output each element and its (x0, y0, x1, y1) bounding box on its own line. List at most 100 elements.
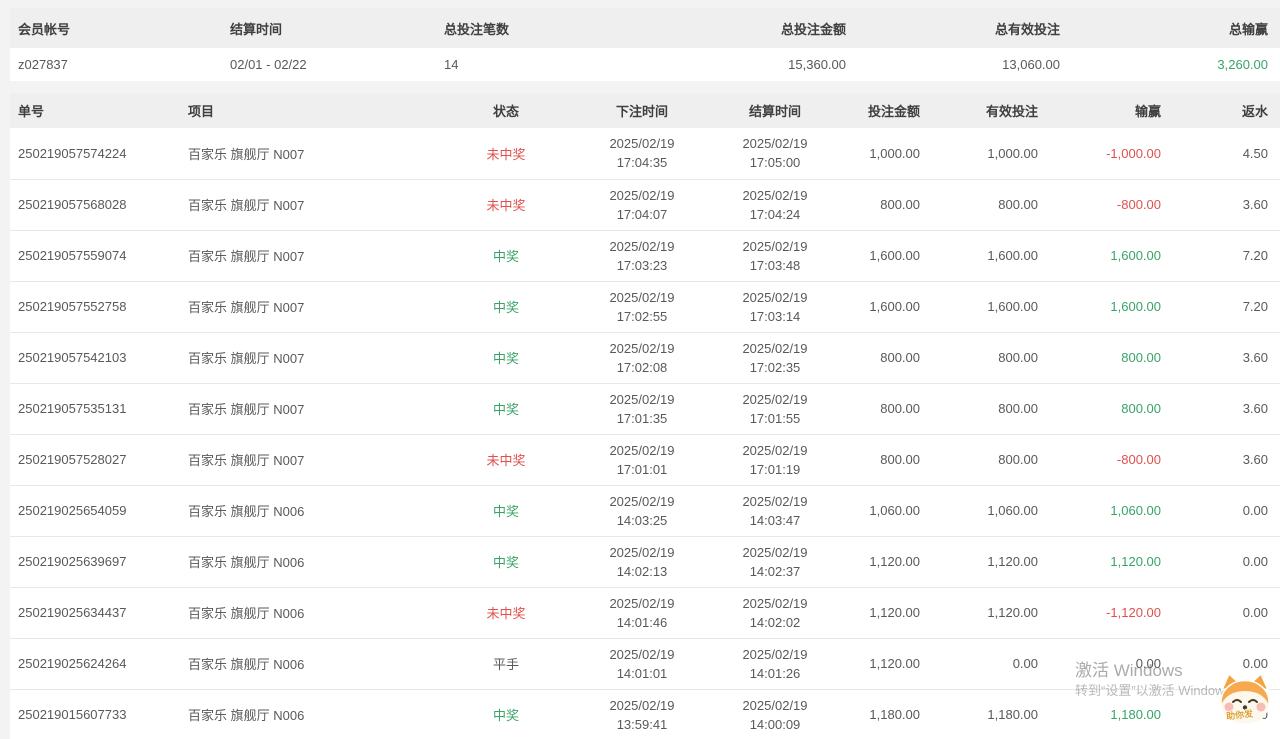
rebate-cell: 4.50 (1173, 128, 1280, 179)
valid-amount-cell: 1,120.00 (932, 587, 1050, 638)
order-no-cell: 250219057535131 (10, 383, 188, 434)
bet-date: 2025/02/19 (562, 645, 722, 664)
valid-amount-cell: 800.00 (932, 383, 1050, 434)
settle-time-cell: 2025/02/19 17:05:00 (722, 128, 828, 179)
table-row: 250219057535131 百家乐 旗舰厅 N007 中奖 2025/02/… (10, 383, 1280, 434)
settle-time: 14:01:26 (722, 664, 828, 683)
settle-time: 17:03:48 (722, 256, 828, 275)
bet-date: 2025/02/19 (562, 543, 722, 562)
settle-time-cell: 2025/02/19 14:00:09 (722, 689, 828, 739)
table-row: 250219025654059 百家乐 旗舰厅 N006 中奖 2025/02/… (10, 485, 1280, 536)
summary-table: 会员帐号 结算时间 总投注笔数 总投注金额 总有效投注 总输赢 z027837 … (10, 8, 1280, 81)
bet-time: 17:01:01 (562, 460, 722, 479)
summary-value-row: z027837 02/01 - 02/22 14 15,360.00 13,06… (10, 48, 1280, 81)
table-row: 250219057574224 百家乐 旗舰厅 N007 未中奖 2025/02… (10, 128, 1280, 179)
winloss-cell: 1,600.00 (1050, 230, 1173, 281)
member-account-value: z027837 (10, 48, 230, 81)
settle-time: 14:03:47 (722, 511, 828, 530)
total-winloss-value: 3,260.00 (1072, 48, 1280, 81)
bet-amount-cell: 1,120.00 (828, 587, 932, 638)
game-cell: 百家乐 旗舰厅 N007 (188, 332, 450, 383)
rebate-cell: 3.60 (1173, 179, 1280, 230)
bet-date: 2025/02/19 (562, 186, 722, 205)
bet-time: 14:01:01 (562, 664, 722, 683)
summary-col-account: 会员帐号 (10, 8, 230, 48)
settle-date: 2025/02/19 (722, 134, 828, 153)
bet-time-cell: 2025/02/19 17:01:35 (562, 383, 722, 434)
settle-time-cell: 2025/02/19 14:02:02 (722, 587, 828, 638)
rebate-cell: 0.00 (1173, 587, 1280, 638)
winloss-cell: 1,060.00 (1050, 485, 1173, 536)
bet-date: 2025/02/19 (562, 339, 722, 358)
bet-amount-cell: 1,000.00 (828, 128, 932, 179)
winloss-cell: -800.00 (1050, 179, 1173, 230)
rebate-cell: 3.60 (1173, 434, 1280, 485)
settle-time-cell: 2025/02/19 14:02:37 (722, 536, 828, 587)
settle-date: 2025/02/19 (722, 696, 828, 715)
col-rebate: 返水 (1173, 93, 1280, 128)
bet-time: 17:04:35 (562, 153, 722, 172)
order-no-cell: 250219015607733 (10, 689, 188, 739)
winloss-cell: 0.00 (1050, 638, 1173, 689)
col-winloss: 输赢 (1050, 93, 1173, 128)
status-cell: 中奖 (450, 332, 562, 383)
settle-time-cell: 2025/02/19 17:04:24 (722, 179, 828, 230)
valid-amount-cell: 1,600.00 (932, 230, 1050, 281)
settle-time-cell: 2025/02/19 14:03:47 (722, 485, 828, 536)
bet-amount-cell: 800.00 (828, 332, 932, 383)
bet-time-cell: 2025/02/19 14:03:25 (562, 485, 722, 536)
status-cell: 未中奖 (450, 434, 562, 485)
total-bet-count-value: 14 (444, 48, 650, 81)
settle-time-cell: 2025/02/19 14:01:26 (722, 638, 828, 689)
settle-date: 2025/02/19 (722, 492, 828, 511)
settle-time: 14:00:09 (722, 715, 828, 734)
valid-amount-cell: 1,180.00 (932, 689, 1050, 739)
shiba-dog-icon (1216, 672, 1276, 734)
bet-amount-cell: 800.00 (828, 383, 932, 434)
status-cell: 未中奖 (450, 179, 562, 230)
settle-date: 2025/02/19 (722, 390, 828, 409)
game-cell: 百家乐 旗舰厅 N007 (188, 128, 450, 179)
settle-date: 2025/02/19 (722, 339, 828, 358)
bet-time-cell: 2025/02/19 14:01:01 (562, 638, 722, 689)
winloss-cell: 1,180.00 (1050, 689, 1173, 739)
settle-time-cell: 2025/02/19 17:02:35 (722, 332, 828, 383)
status-cell: 平手 (450, 638, 562, 689)
settle-date: 2025/02/19 (722, 594, 828, 613)
bet-amount-cell: 1,600.00 (828, 281, 932, 332)
settle-time: 17:04:24 (722, 205, 828, 224)
col-settle-time: 结算时间 (722, 93, 828, 128)
summary-col-total-valid: 总有效投注 (858, 8, 1072, 48)
total-bet-amount-value: 15,360.00 (650, 48, 858, 81)
winloss-cell: 1,600.00 (1050, 281, 1173, 332)
game-cell: 百家乐 旗舰厅 N006 (188, 485, 450, 536)
settle-time: 17:03:14 (722, 307, 828, 326)
settle-date: 2025/02/19 (722, 441, 828, 460)
bet-table-header-row: 单号 项目 状态 下注时间 结算时间 投注金额 有效投注 输赢 返水 (10, 93, 1280, 128)
game-cell: 百家乐 旗舰厅 N007 (188, 281, 450, 332)
bet-time: 14:03:25 (562, 511, 722, 530)
winloss-cell: -800.00 (1050, 434, 1173, 485)
bet-amount-cell: 1,180.00 (828, 689, 932, 739)
shiba-mascot-sticker: 助你发 (1216, 672, 1276, 734)
summary-col-period: 结算时间 (230, 8, 444, 48)
col-bet-amount: 投注金额 (828, 93, 932, 128)
bet-amount-cell: 800.00 (828, 434, 932, 485)
order-no-cell: 250219057574224 (10, 128, 188, 179)
bet-time: 13:59:41 (562, 715, 722, 734)
winloss-cell: 1,120.00 (1050, 536, 1173, 587)
bet-records-table: 单号 项目 状态 下注时间 结算时间 投注金额 有效投注 输赢 返水 25021… (10, 93, 1280, 739)
game-cell: 百家乐 旗舰厅 N007 (188, 230, 450, 281)
settle-time: 14:02:37 (722, 562, 828, 581)
valid-amount-cell: 1,000.00 (932, 128, 1050, 179)
section-gap (10, 81, 1280, 93)
settle-time-cell: 2025/02/19 17:03:48 (722, 230, 828, 281)
bet-amount-cell: 800.00 (828, 179, 932, 230)
bet-time-cell: 2025/02/19 17:04:35 (562, 128, 722, 179)
bet-date: 2025/02/19 (562, 134, 722, 153)
summary-header-row: 会员帐号 结算时间 总投注笔数 总投注金额 总有效投注 总输赢 (10, 8, 1280, 48)
status-cell: 未中奖 (450, 128, 562, 179)
bet-amount-cell: 1,600.00 (828, 230, 932, 281)
col-game: 项目 (188, 93, 450, 128)
table-row: 250219057559074 百家乐 旗舰厅 N007 中奖 2025/02/… (10, 230, 1280, 281)
